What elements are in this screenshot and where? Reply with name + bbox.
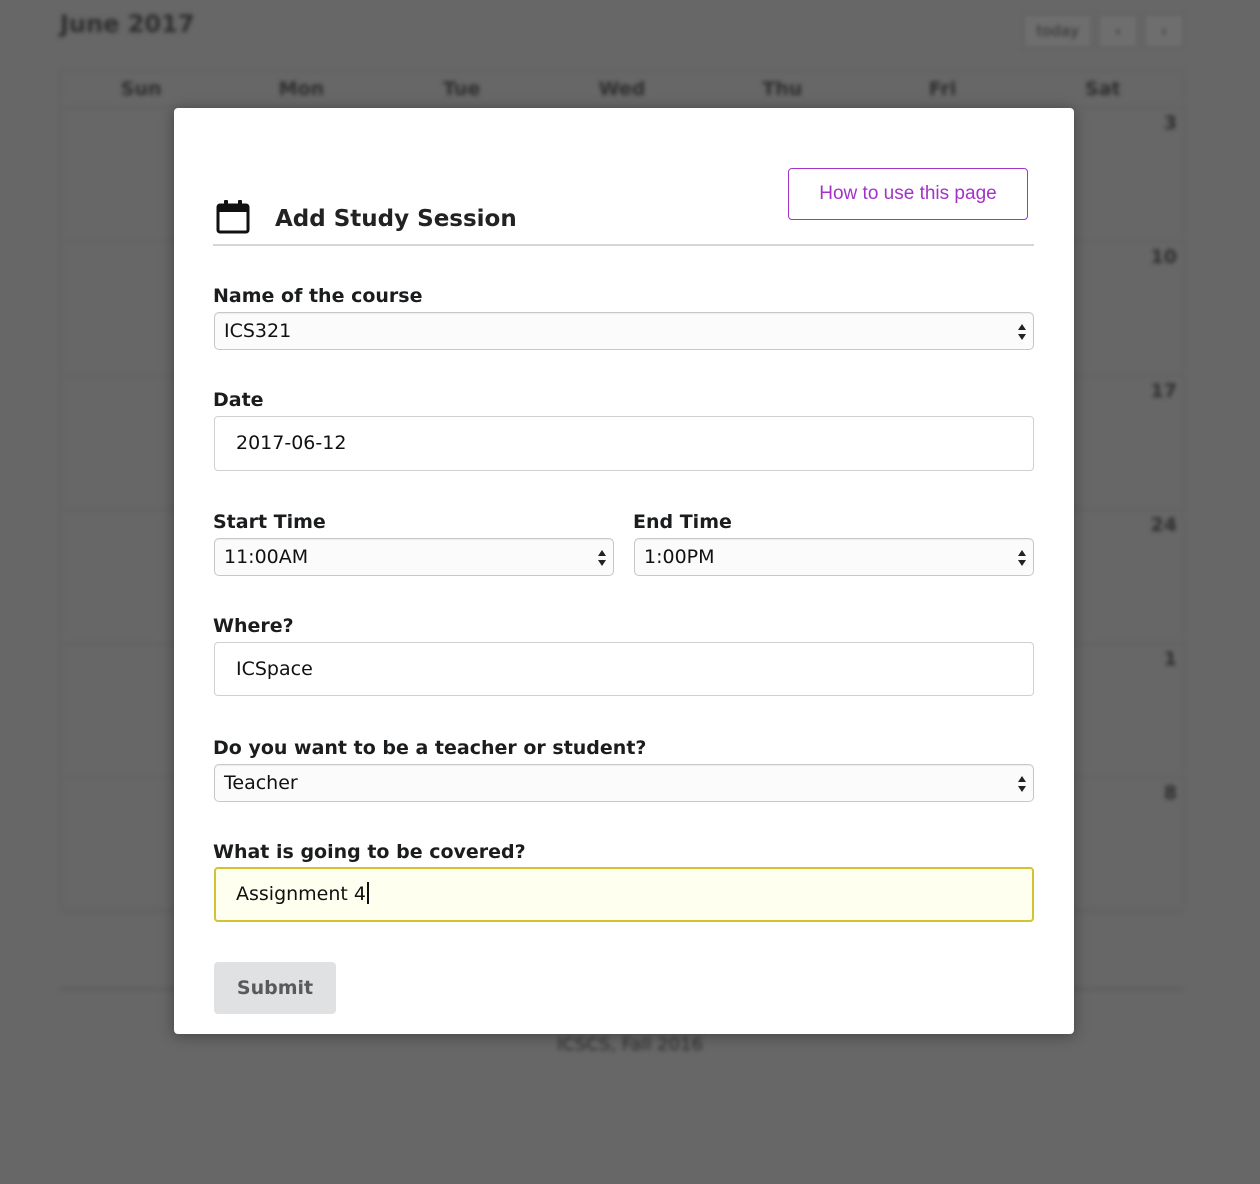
select-arrows-icon [598,550,606,566]
modal-title: Add Study Session [275,206,517,232]
end-time-value: 1:00PM [644,546,715,568]
prev-button: ‹ [1098,14,1138,48]
start-time-label: Start Time [213,511,326,533]
calendar-nav: today ‹ › [1023,14,1184,48]
end-time-select[interactable]: 1:00PM [634,538,1034,576]
day-number: 3 [1163,112,1177,134]
day-number: 24 [1150,514,1177,536]
text-caret [367,882,369,904]
role-select-value: Teacher [224,772,298,794]
today-button: today [1023,14,1092,48]
day-number: 1 [1163,648,1177,670]
course-label: Name of the course [213,285,423,307]
footer-text: ICSCS, Fall 2016 [556,1034,703,1055]
start-time-select[interactable]: 11:00AM [214,538,614,576]
date-input[interactable]: 2017-06-12 [214,416,1034,471]
end-time-label: End Time [633,511,732,533]
covered-input-value: Assignment 4 [236,883,366,905]
where-input[interactable]: ICSpace [214,642,1034,696]
role-select[interactable]: Teacher [214,764,1034,802]
day-number: 10 [1150,246,1177,268]
select-arrows-icon [1018,550,1026,566]
next-button: › [1144,14,1184,48]
day-number: 17 [1150,380,1177,402]
covered-input[interactable]: Assignment 4 [214,867,1034,922]
start-time-value: 11:00AM [224,546,309,568]
day-number: 8 [1163,782,1177,804]
add-study-session-modal: Add Study Session How to use this page N… [174,108,1074,1034]
submit-button[interactable]: Submit [214,962,336,1014]
covered-label: What is going to be covered? [213,841,526,863]
weekday-wed: Wed [598,78,646,100]
where-input-value: ICSpace [236,658,313,680]
calendar-title: June 2017 [60,10,195,38]
select-arrows-icon [1018,776,1026,792]
weekday-header: Sun Mon Tue Wed Thu Fri Sat [61,71,1183,108]
select-arrows-icon [1018,324,1026,340]
weekday-mon: Mon [278,78,325,100]
calendar-icon [215,199,251,239]
date-input-value: 2017-06-12 [236,432,347,454]
where-label: Where? [213,615,294,637]
course-select-value: ICS321 [224,320,292,342]
role-label: Do you want to be a teacher or student? [213,737,647,759]
weekday-thu: Thu [762,78,803,100]
how-to-use-button[interactable]: How to use this page [788,168,1028,220]
weekday-tue: Tue [443,78,481,100]
course-select[interactable]: ICS321 [214,312,1034,350]
date-label: Date [213,389,264,411]
modal-header: Add Study Session How to use this page [213,168,1034,246]
weekday-sun: Sun [120,78,162,100]
weekday-sat: Sat [1085,78,1121,100]
weekday-fri: Fri [928,78,957,100]
